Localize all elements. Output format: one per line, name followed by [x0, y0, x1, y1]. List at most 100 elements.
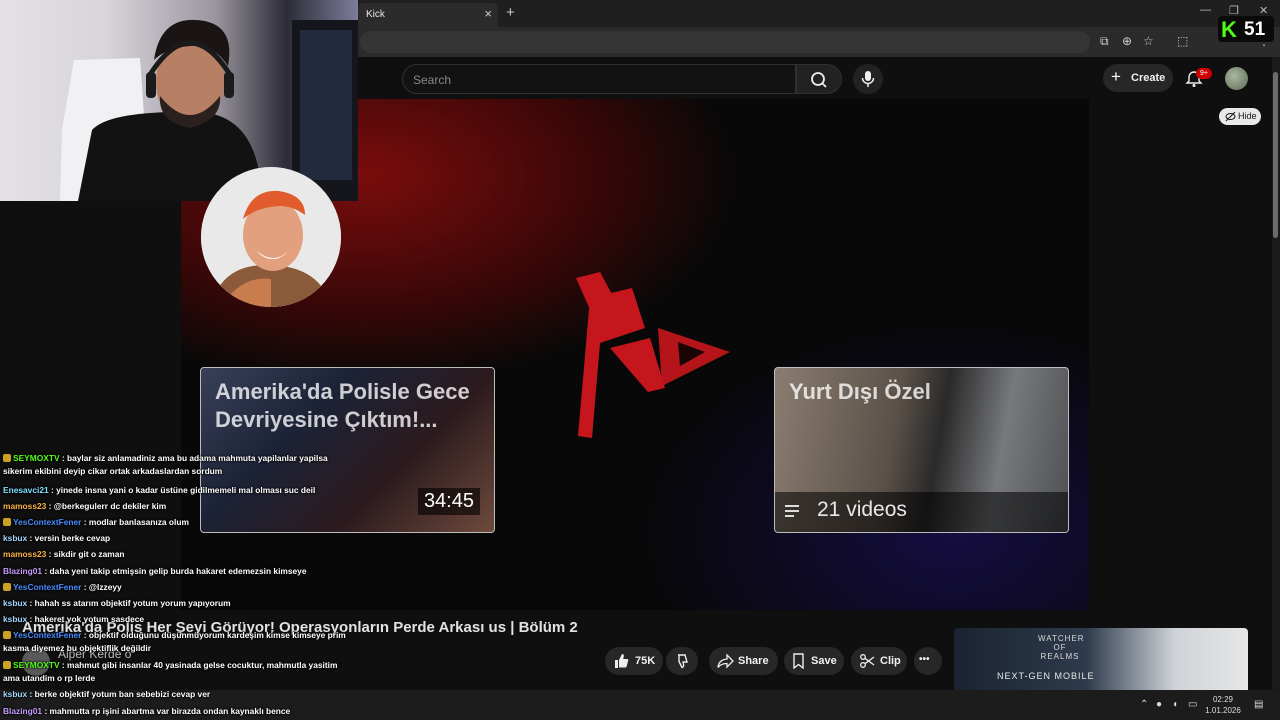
chat-badge-icon [3, 631, 11, 639]
chat-message: YesContextFener : @lzzeyy [3, 581, 348, 594]
volume-icon[interactable]: ◖ [1172, 699, 1178, 710]
playlist-overlay: 21 videos [775, 492, 1068, 532]
account-avatar[interactable] [1225, 67, 1248, 90]
chat-username[interactable]: SEYMOXTV [13, 660, 60, 670]
chat-text: : sikdir git o zaman [48, 549, 125, 559]
taskbar-clock[interactable]: 02:29 1.01.2026 [1203, 694, 1243, 716]
chat-message: YesContextFener : objektif olduğunu düşü… [3, 629, 348, 654]
chat-message: ksbux : versin berke cevap [3, 532, 348, 545]
chat-text: : modlar banlasanıza olum [83, 517, 189, 527]
guest-webcam [201, 167, 341, 307]
chat-username[interactable]: YesContextFener [13, 582, 81, 592]
endcard-video-title: Amerika'da Polisle Gece Devriyesine Çıkt… [215, 379, 470, 432]
kick-logo-icon: K [1221, 17, 1237, 42]
chat-username[interactable]: Blazing01 [3, 566, 42, 576]
search-button[interactable] [796, 64, 842, 94]
chat-username[interactable]: Blazing01 [3, 706, 42, 716]
chat-message: SEYMOXTV : baylar siz anlamadiniz ama bu… [3, 452, 348, 477]
chat-username[interactable]: YesContextFener [13, 517, 81, 527]
chat-username[interactable]: ksbux [3, 533, 27, 543]
notification-center-icon[interactable]: ▤ [1254, 699, 1263, 710]
chat-text: : yinede insna yani o kadar üstüne gidil… [50, 485, 316, 495]
tab-close-icon[interactable]: × [484, 6, 492, 21]
chat-message: Blazing01 : mahmutta rp işini abartma va… [3, 705, 348, 718]
network-icon[interactable]: ▭ [1188, 699, 1197, 710]
create-button[interactable]: + Create [1103, 64, 1173, 92]
install-app-icon[interactable]: ⧉ [1100, 34, 1109, 49]
scissors-icon [860, 654, 875, 668]
bookmark-icon [793, 653, 804, 669]
chat-username[interactable]: mamoss23 [3, 501, 46, 511]
search-icon [811, 72, 827, 88]
new-tab-button[interactable]: + [506, 4, 515, 21]
chat-message: SEYMOXTV : mahmut gibi insanlar 40 yasin… [3, 659, 348, 684]
scrollbar-thumb[interactable] [1273, 72, 1278, 238]
webcam-scene [60, 19, 358, 201]
viewer-count: 51 [1244, 19, 1266, 40]
chat-username[interactable]: SEYMOXTV [13, 453, 60, 463]
chat-message: Enesavci21 : yinede insna yani o kadar ü… [3, 484, 348, 497]
share-label: Share [738, 655, 769, 667]
playlist-video-count: 21 videos [817, 498, 907, 521]
chat-username[interactable]: ksbux [3, 598, 27, 608]
thumbs-up-icon [615, 654, 629, 668]
chat-message: ksbux : hahah ss atarım objektif yotum y… [3, 597, 348, 610]
save-button[interactable]: Save [784, 647, 844, 675]
clock-time: 02:29 [1212, 695, 1234, 704]
chat-message: ksbux : berke objektif yotum ban sebebiz… [3, 688, 348, 701]
chat-text: : versin berke cevap [29, 533, 111, 543]
voice-search-button[interactable] [853, 64, 883, 94]
kick-viewer-badge: K 51 [1218, 16, 1274, 42]
zoom-icon[interactable]: ⊕ [1122, 34, 1132, 48]
chat-message: mamoss23 : sikdir git o zaman [3, 548, 348, 561]
thumbs-down-icon [678, 654, 688, 669]
hide-chat-button[interactable]: Hide [1219, 108, 1261, 125]
tray-chevron-icon[interactable]: ⌃ [1140, 699, 1148, 710]
eye-off-icon [1225, 111, 1236, 122]
save-label: Save [811, 655, 837, 667]
endcard-playlist-title: Yurt Dışı Özel [789, 379, 931, 404]
bookmark-star-icon[interactable]: ☆ [1143, 34, 1154, 48]
chat-text: : berke objektif yotum ban sebebizi ceva… [29, 689, 211, 699]
clip-button[interactable]: Clip [851, 647, 907, 675]
microphone-tray-icon[interactable]: ● [1156, 699, 1162, 710]
chat-username[interactable]: YesContextFener [13, 630, 81, 640]
chat-text: : daha yeni takip etmişsin gelip burda h… [44, 566, 307, 576]
clock-date: 1.01.2026 [1205, 706, 1241, 715]
like-count: 75K [635, 655, 656, 667]
chat-text: : @berkegulerr dc dekiler kim [48, 501, 167, 511]
chat-text: : mahmutta rp işini abartma var birazda … [44, 706, 291, 716]
chat-badge-icon [3, 454, 11, 462]
tab-kick[interactable]: Kick × [358, 3, 498, 27]
chat-username[interactable]: ksbux [3, 689, 27, 699]
chat-username[interactable]: mamoss23 [3, 549, 46, 559]
hide-label: Hide [1238, 111, 1257, 121]
chat-message: YesContextFener : modlar banlasanıza olu… [3, 516, 348, 529]
minimize-button[interactable]: — [1200, 4, 1211, 16]
extensions-icon[interactable]: ⬚ [1177, 34, 1188, 48]
microphone-icon [861, 71, 875, 87]
omnibox[interactable] [360, 31, 1090, 53]
guest-webcam-scene [201, 167, 341, 307]
clip-label: Clip [880, 655, 901, 667]
dislike-button[interactable] [666, 647, 698, 675]
endcard-playlist[interactable]: Yurt Dışı Özel 21 videos [774, 367, 1069, 533]
more-icon: ••• [919, 654, 930, 665]
search-box[interactable] [402, 64, 796, 94]
ad-thumbnail[interactable]: WATCHER OF REALMS NEXT-GEN MOBILE [954, 628, 1248, 690]
chat-badge-icon [3, 661, 11, 669]
chat-text: : hakeret yok yotum sasdece [29, 614, 145, 624]
chat-message: ksbux : hakeret yok yotum sasdece [3, 613, 348, 626]
like-button[interactable]: 75K [605, 647, 663, 675]
more-actions-button[interactable]: ••• [914, 647, 942, 675]
chat-badge-icon [3, 518, 11, 526]
channel-logo-icon [576, 272, 730, 438]
search-input[interactable] [413, 71, 783, 89]
share-button[interactable]: Share [709, 647, 778, 675]
create-label: Create [1131, 72, 1166, 84]
chat-username[interactable]: Enesavci21 [3, 485, 49, 495]
ad-tagline: NEXT-GEN MOBILE [997, 671, 1095, 681]
chat-badge-icon [3, 583, 11, 591]
chat-text: : hahah ss atarım objektif yotum yorum y… [29, 598, 231, 608]
chat-username[interactable]: ksbux [3, 614, 27, 624]
